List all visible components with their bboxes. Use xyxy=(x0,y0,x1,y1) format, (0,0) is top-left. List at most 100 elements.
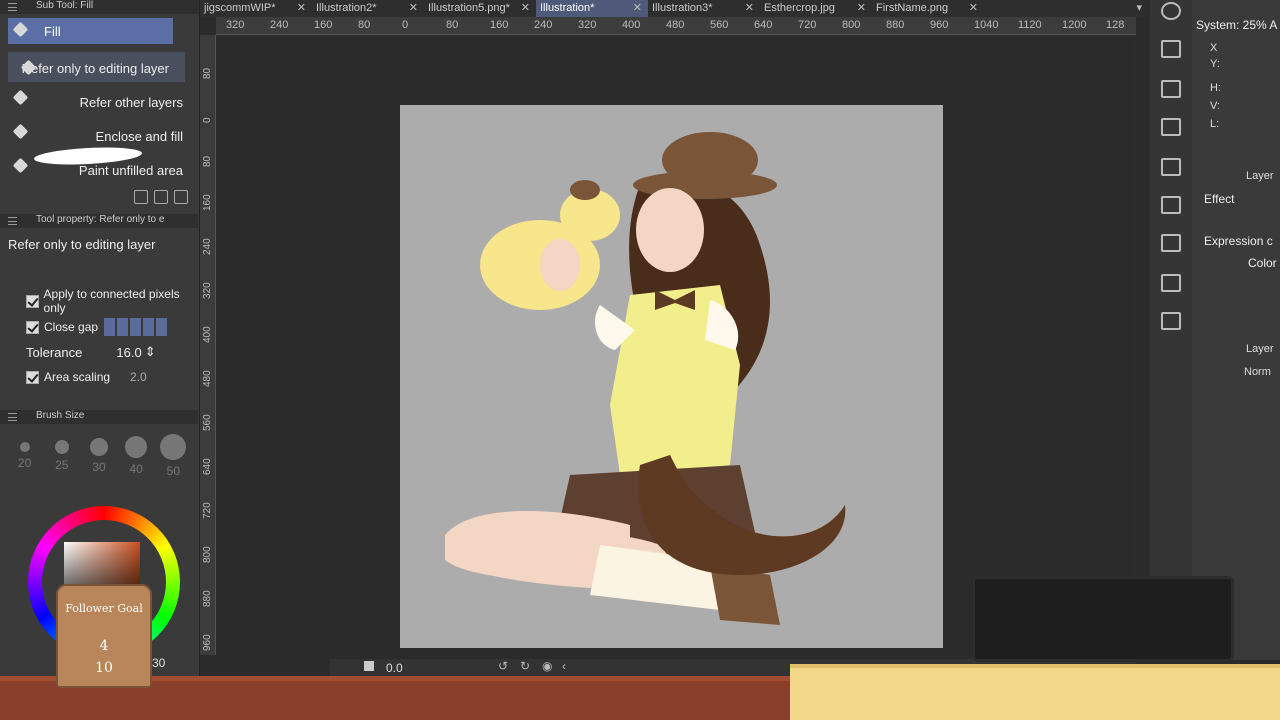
chevron-left-icon[interactable]: ‹ xyxy=(562,659,566,673)
ruler-tick-label: 1040 xyxy=(974,19,999,31)
close-window-icon[interactable] xyxy=(1161,40,1181,58)
ruler-tick-label: 880 xyxy=(886,19,905,31)
subtool-refer-editing[interactable]: Refer only to editing layer xyxy=(8,52,185,82)
panel-grip-icon[interactable] xyxy=(8,3,17,11)
ruler-tick-label: 320 xyxy=(202,282,213,299)
layer-panel-tab[interactable]: Layer xyxy=(1246,343,1274,355)
duplicate-icon[interactable] xyxy=(154,190,168,204)
tool-property-header: Tool property: Refer only to e xyxy=(0,214,198,228)
subtool-label: Refer only to editing layer xyxy=(21,61,169,76)
info-h: H: xyxy=(1210,82,1221,94)
tab-document[interactable]: jigscommWIP* ✕ xyxy=(200,0,312,17)
brush-size-panel: Brush Size 20 25 30 40 50 xyxy=(0,410,198,478)
trash-icon[interactable] xyxy=(174,190,188,204)
close-window-icon[interactable] xyxy=(1161,118,1181,136)
table-icon[interactable] xyxy=(1161,312,1181,330)
info-v: V: xyxy=(1210,100,1220,112)
close-icon[interactable]: ✕ xyxy=(969,0,978,17)
reset-rotation-icon[interactable]: ◉ xyxy=(542,659,552,673)
tab-document[interactable]: Illustration3* ✕ xyxy=(648,0,760,17)
side-number: 30 xyxy=(152,656,166,670)
ruler-tick-label: 160 xyxy=(202,194,213,211)
subtool-label: Enclose and fill xyxy=(95,129,183,144)
ruler-tick-label: 720 xyxy=(798,19,817,31)
grid-icon[interactable] xyxy=(1161,158,1181,176)
panel-grip-icon[interactable] xyxy=(8,217,17,225)
expression-color-label: Expression c xyxy=(1204,234,1273,248)
download-icon[interactable] xyxy=(134,190,148,204)
brush-size-preset[interactable]: 30 xyxy=(82,436,116,478)
fill-bucket-icon xyxy=(12,158,30,174)
table-icon[interactable] xyxy=(1161,274,1181,292)
subtool-panel-title: Sub Tool: Fill xyxy=(36,0,94,11)
tab-overflow-icon[interactable]: ▾ xyxy=(1136,1,1142,14)
subtool-enclose-fill[interactable]: Enclose and fill xyxy=(0,116,199,150)
tool-property-panel: Tool property: Refer only to e Refer onl… xyxy=(0,214,198,390)
layer-property-icon[interactable] xyxy=(1161,196,1181,214)
ruler-vertical: 80 0 80 160 240 320 400 480 560 640 720 800 880 960 xyxy=(200,35,216,655)
follower-goal-sign: Follower Goal 4 10 xyxy=(56,584,152,688)
blend-mode-select[interactable]: Norm xyxy=(1244,366,1271,378)
tab-document-active[interactable]: Illustration* ✕ xyxy=(536,0,648,17)
info-x: X xyxy=(1210,42,1218,54)
close-icon[interactable]: ✕ xyxy=(633,0,642,17)
rotate-left-icon[interactable]: ↺ xyxy=(498,659,508,673)
subtool-label: Paint unfilled area xyxy=(78,163,183,178)
ruler-tick-label: 0 xyxy=(402,19,409,31)
brush-size-preset[interactable]: 40 xyxy=(119,436,153,478)
brush-size-title: Brush Size xyxy=(36,410,85,421)
close-icon[interactable]: ✕ xyxy=(745,0,754,17)
brush-size-preset[interactable]: 20 xyxy=(8,436,42,478)
ruler-tick-label: 240 xyxy=(534,19,553,31)
brush-size-preset[interactable]: 50 xyxy=(156,434,190,478)
close-icon[interactable]: ✕ xyxy=(521,0,530,17)
stop-icon[interactable] xyxy=(364,661,374,671)
checkbox-icon[interactable] xyxy=(26,294,39,308)
navigator-icon[interactable] xyxy=(1161,80,1181,98)
follower-goal-current: 4 xyxy=(99,638,109,654)
history-icon[interactable] xyxy=(1161,234,1181,252)
color-mode-button[interactable]: Color xyxy=(1248,256,1277,270)
close-gap-row[interactable]: Close gap xyxy=(0,314,198,340)
subtool-actions xyxy=(134,190,188,204)
layer-panel-tab[interactable]: Layer xyxy=(1246,170,1274,182)
artwork-canvas[interactable] xyxy=(400,105,943,648)
artwork-illustration xyxy=(445,132,846,625)
tab-document[interactable]: Esthercrop.jpg ✕ xyxy=(760,0,872,17)
apply-connected-row[interactable]: Apply to connected pixels only xyxy=(0,287,198,315)
tolerance-row[interactable]: Tolerance 16.0 ⇕ xyxy=(0,340,198,364)
subtool-refer-other[interactable]: Refer other layers xyxy=(0,82,199,116)
ruler-tick-label: 560 xyxy=(202,414,213,431)
tab-document[interactable]: Illustration5.png* ✕ xyxy=(424,0,536,17)
rotate-right-icon[interactable]: ↻ xyxy=(520,659,530,673)
subtool-fill[interactable]: Fill xyxy=(8,18,173,44)
subtool-label: Refer other layers xyxy=(79,95,183,110)
ruler-tick-label: 320 xyxy=(226,19,245,31)
spinner-icon[interactable]: ⇕ xyxy=(145,344,156,360)
tab-document[interactable]: Illustration2* ✕ xyxy=(312,0,424,17)
subtool-panel-header: Sub Tool: Fill xyxy=(0,0,199,14)
checkbox-icon[interactable] xyxy=(26,370,39,384)
area-scaling-value[interactable]: 2.0 xyxy=(130,370,147,384)
ruler-tick-label: 560 xyxy=(710,19,729,31)
close-icon[interactable]: ✕ xyxy=(857,0,866,17)
apply-connected-label: Apply to connected pixels only xyxy=(43,287,180,315)
close-icon[interactable]: ✕ xyxy=(297,0,306,17)
right-toolbar xyxy=(1150,0,1192,660)
close-gap-slider[interactable] xyxy=(104,318,168,336)
right-panel: System: 25% A X Y: H: V: L: Layer Effect… xyxy=(1192,0,1280,660)
panel-grip-icon[interactable] xyxy=(8,413,17,421)
tab-document[interactable]: FirstName.png ✕ xyxy=(872,0,984,17)
ruler-tick-label: 1120 xyxy=(1018,19,1042,31)
search-icon[interactable] xyxy=(1161,2,1181,20)
brush-size-preset[interactable]: 25 xyxy=(45,436,79,478)
fill-bucket-icon xyxy=(12,124,30,140)
area-scaling-row[interactable]: Area scaling 2.0 xyxy=(0,364,198,390)
ruler-horizontal: 320 240 160 80 0 80 160 240 320 400 480 560 640 720 80… xyxy=(216,17,1136,35)
checkbox-icon[interactable] xyxy=(26,320,39,334)
tolerance-value[interactable]: 16.0 xyxy=(116,345,141,360)
ruler-tick-label: 800 xyxy=(842,19,861,31)
ruler-tick-label: 80 xyxy=(202,67,213,79)
subtool-fill-label: Fill xyxy=(44,23,61,39)
close-icon[interactable]: ✕ xyxy=(409,0,418,17)
